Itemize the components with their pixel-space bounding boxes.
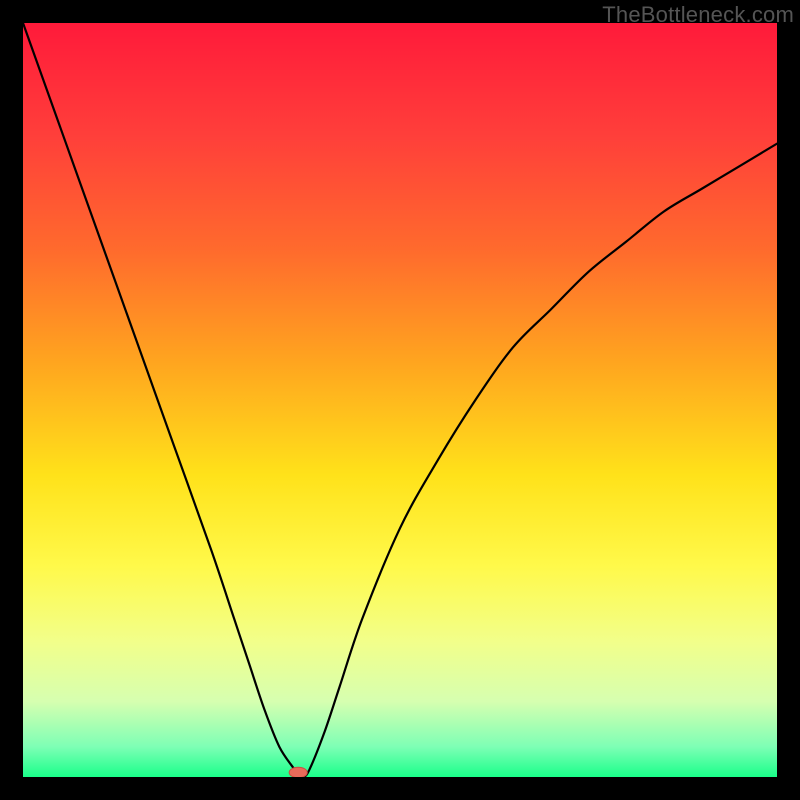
optimum-marker — [289, 767, 307, 777]
gradient-background — [23, 23, 777, 777]
watermark-text: TheBottleneck.com — [602, 2, 794, 28]
chart-svg — [23, 23, 777, 777]
chart-frame — [23, 23, 777, 777]
